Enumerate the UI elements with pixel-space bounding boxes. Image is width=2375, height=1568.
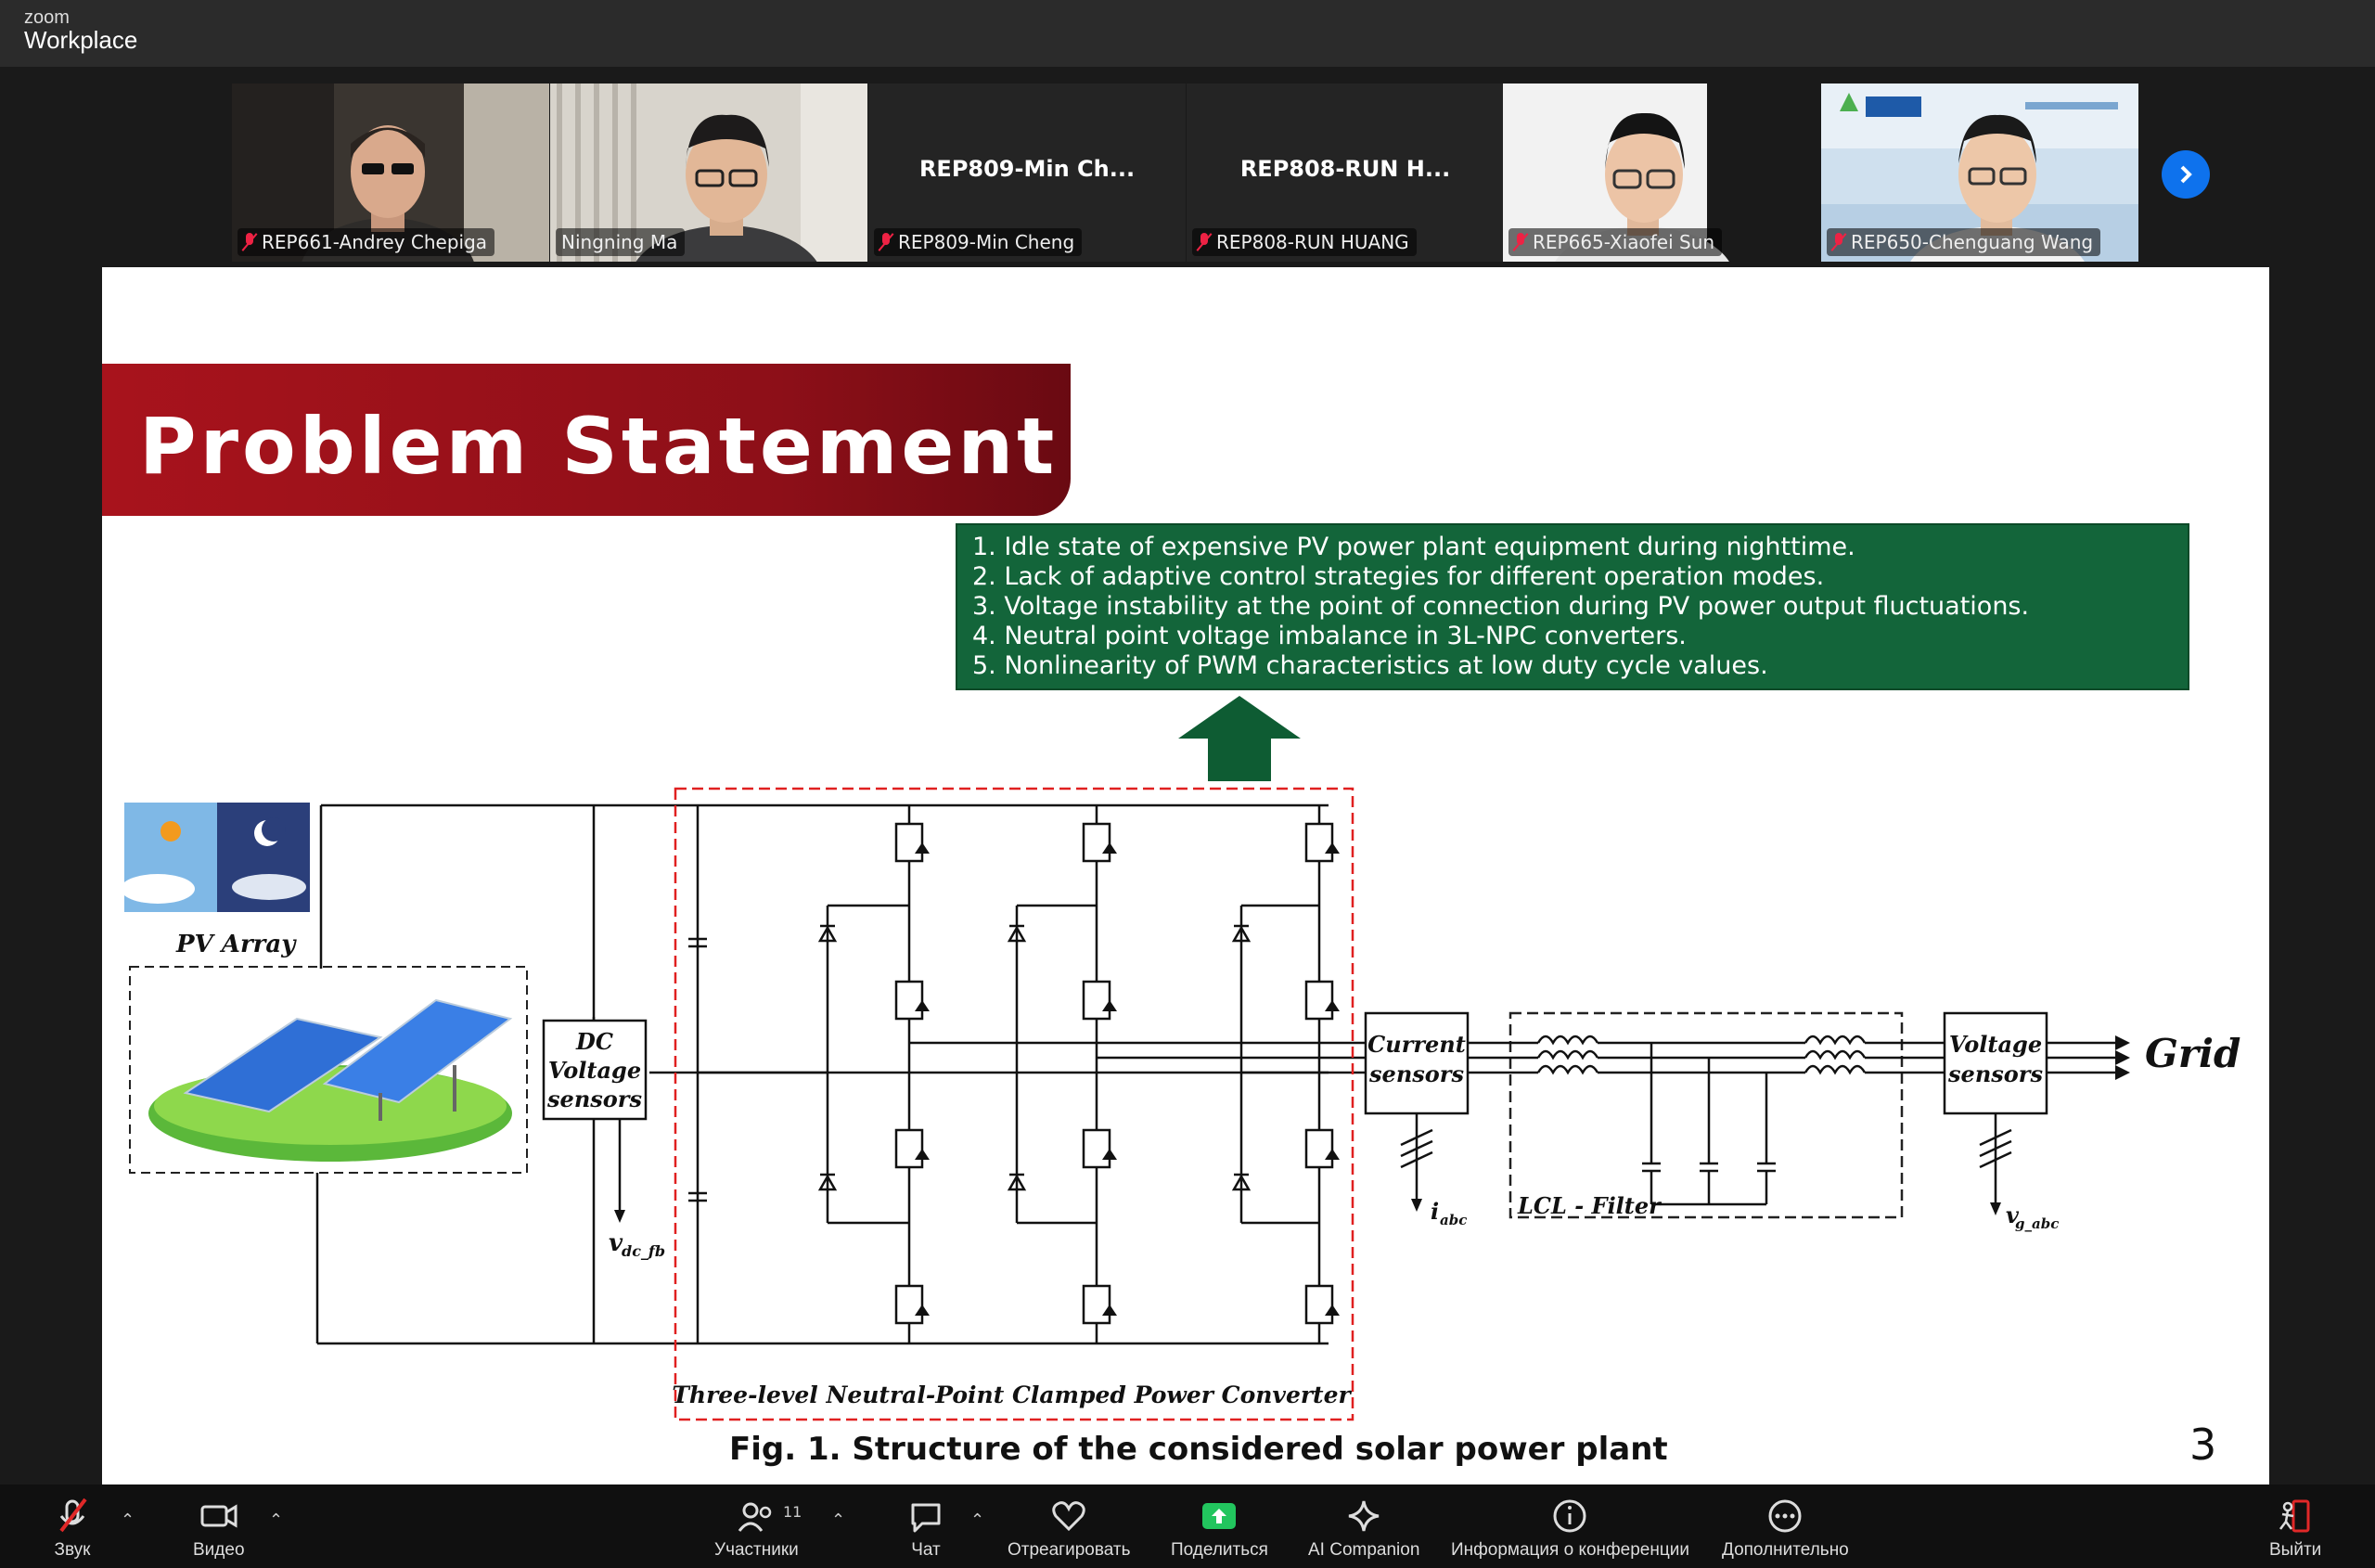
video-button[interactable]: Видео: [193, 1497, 245, 1561]
audio-options-caret[interactable]: ⌃: [121, 1510, 135, 1530]
more-dots-icon: [1768, 1499, 1802, 1533]
participant-label: Ningning Ma: [556, 228, 686, 256]
heart-icon: [1052, 1501, 1085, 1532]
up-arrow-icon: [1178, 696, 1301, 781]
leave-label: Выйти: [2269, 1540, 2322, 1560]
participant-name: REP665-Xiaofei Sun: [1533, 231, 1715, 253]
mic-muted-icon: [1832, 233, 1845, 251]
participant-label: REP809-Min Cheng: [874, 228, 1083, 256]
video-options-caret[interactable]: ⌃: [269, 1510, 283, 1530]
chat-options-caret[interactable]: ⌃: [970, 1510, 984, 1530]
react-label: Отреагировать: [1008, 1540, 1131, 1560]
participant-display-name: REP809-Min Ch...: [918, 156, 1136, 182]
ai-label: AI Companion: [1308, 1540, 1420, 1560]
participant-tile[interactable]: Ningning Ma: [550, 84, 867, 262]
participants-options-caret[interactable]: ⌃: [831, 1510, 845, 1530]
participants-label: Участники: [714, 1540, 799, 1560]
meeting-info-button[interactable]: Информация о конференции: [1451, 1497, 1689, 1561]
participants-icon: [738, 1502, 772, 1532]
mic-muted-icon: [59, 1497, 87, 1533]
vg-subscript: g_abc: [2015, 1215, 2059, 1232]
npc-switch-legs: [698, 805, 1321, 1343]
chat-bubble-icon: [911, 1503, 941, 1533]
vdc-subscript: dc_fb: [622, 1242, 665, 1260]
pv-array-label: PV Array: [175, 931, 297, 958]
share-screen-button[interactable]: Поделиться: [1171, 1497, 1268, 1561]
current-sensor-label: sensors: [1368, 1060, 1464, 1087]
share-label: Поделиться: [1171, 1540, 1268, 1560]
dc-sensor-label: Voltage: [548, 1057, 641, 1084]
grid-label: Grid: [2145, 1031, 2240, 1076]
participant-strip: REP661-Andrey Chepiga Ningning Ma REP809…: [232, 84, 2143, 262]
participant-name: REP809-Min Cheng: [898, 231, 1075, 253]
chat-label: Чат: [911, 1540, 941, 1560]
chevron-right-icon: [2180, 165, 2192, 184]
audio-label: Звук: [54, 1540, 91, 1560]
day-night-icon: [121, 803, 310, 912]
solar-panels-icon: [148, 998, 513, 1162]
video-label: Видео: [193, 1540, 245, 1560]
leave-button[interactable]: Выйти: [2269, 1497, 2321, 1561]
participant-label: REP665-Xiaofei Sun: [1508, 228, 1723, 256]
next-participants-button[interactable]: [2162, 150, 2210, 199]
zoom-meeting-window: zoom Workplace REP661-Andrey Chepiga Nin…: [0, 0, 2375, 1568]
audio-button[interactable]: Звук: [54, 1497, 91, 1561]
participant-tile[interactable]: REP661-Andrey Chepiga: [232, 84, 549, 262]
mic-muted-icon: [243, 233, 256, 251]
participant-tile[interactable]: REP650-Chenguang Wang: [1821, 84, 2138, 262]
dc-sensor-label: DC: [575, 1028, 613, 1055]
shared-slide: Problem Statement 1. Idle state of expen…: [102, 267, 2269, 1484]
brand-large: Workplace: [24, 26, 138, 54]
participant-name: REP661-Andrey Chepiga: [262, 231, 488, 253]
mic-muted-icon: [1514, 233, 1527, 251]
participants-count: 11: [783, 1503, 802, 1521]
react-button[interactable]: Отреагировать: [1008, 1497, 1131, 1561]
lcl-filter-label: LCL - Filter: [1517, 1192, 1662, 1219]
mic-muted-icon: [879, 233, 892, 251]
participant-label: REP661-Andrey Chepiga: [238, 228, 495, 256]
leave-door-icon: [2279, 1499, 2310, 1533]
participant-name: Ningning Ma: [561, 231, 678, 253]
participant-name: REP650-Chenguang Wang: [1851, 231, 2094, 253]
title-bar: zoom Workplace: [0, 0, 2375, 67]
info-label: Информация о конференции: [1451, 1540, 1689, 1560]
mic-muted-icon: [1198, 233, 1211, 251]
more-button[interactable]: Дополнительно: [1722, 1497, 1849, 1561]
figure-caption: Fig. 1. Structure of the considered sola…: [729, 1431, 1668, 1468]
voltage-sensor-label: sensors: [1947, 1060, 2043, 1087]
converter-label: Three-level Neutral-Point Clamped Power …: [672, 1382, 1352, 1408]
slide-page-number: 3: [2189, 1420, 2217, 1470]
participant-tile[interactable]: REP808-RUN H... REP808-RUN HUANG: [1187, 84, 1504, 262]
power-plant-diagram: PV Array DC Voltage sensors v dc_fb Thre…: [121, 696, 2240, 1421]
participant-label: REP650-Chenguang Wang: [1827, 228, 2101, 256]
participant-label: REP808-RUN HUANG: [1192, 228, 1417, 256]
participant-name: REP808-RUN HUANG: [1216, 231, 1409, 253]
iabc-symbol: i: [1431, 1198, 1439, 1225]
chat-button[interactable]: Чат: [907, 1497, 944, 1561]
share-screen-icon: [1202, 1503, 1237, 1529]
iabc-subscript: abc: [1440, 1212, 1467, 1228]
voltage-sensor-label: Voltage: [1949, 1031, 2042, 1058]
current-sensor-label: Current: [1367, 1031, 1466, 1058]
video-camera-icon: [200, 1504, 238, 1528]
info-icon: [1553, 1499, 1586, 1533]
participant-tile[interactable]: REP665-Xiaofei Sun: [1503, 84, 1820, 262]
dc-sensor-label: sensors: [546, 1086, 642, 1112]
participant-display-name: REP808-RUN H...: [1239, 156, 1451, 182]
sparkle-icon: [1348, 1500, 1380, 1532]
ai-companion-button[interactable]: AI Companion: [1308, 1497, 1419, 1561]
meeting-toolbar: Звук ⌃ Видео ⌃ Участники 11 ⌃ Чат ⌃ Отре…: [0, 1484, 2375, 1568]
more-label: Дополнительно: [1722, 1540, 1849, 1560]
participant-tile[interactable]: REP809-Min Ch... REP809-Min Cheng: [868, 84, 1186, 262]
